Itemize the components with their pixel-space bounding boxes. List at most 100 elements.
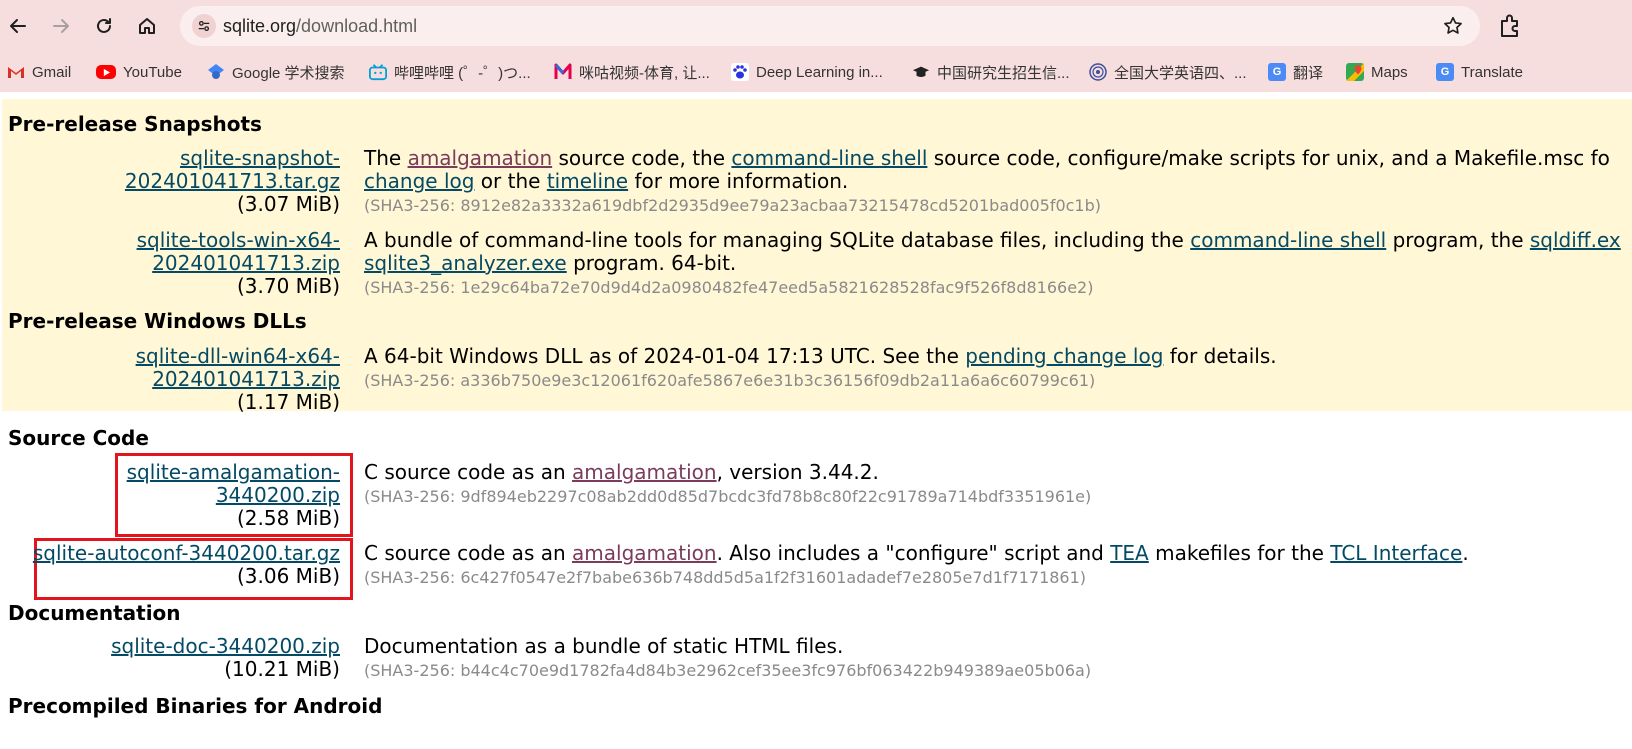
section-heading-documentation: Documentation xyxy=(8,601,181,625)
tea-link[interactable]: TEA xyxy=(1110,541,1149,565)
doc-link[interactable]: sqlite-doc-3440200.zip xyxy=(111,634,340,658)
bookmark-label: 咪咕视频-体育, 让... xyxy=(579,64,710,82)
bookmark-maps[interactable]: Maps xyxy=(1346,52,1408,92)
timeline-link[interactable]: timeline xyxy=(547,169,628,193)
snapshot-description: The amalgamation source code, the comman… xyxy=(364,147,1610,193)
text: The xyxy=(364,146,408,170)
amalgamation-link[interactable]: amalgamation xyxy=(408,146,553,170)
bookmark-label: Deep Learning in... xyxy=(756,63,883,81)
graduation-cap-icon xyxy=(912,63,930,81)
bookmark-star-icon[interactable] xyxy=(1442,15,1464,37)
migu-icon xyxy=(554,63,572,81)
text: program. 64-bit. xyxy=(566,251,737,275)
maps-icon xyxy=(1346,63,1364,81)
text: A 64-bit Windows DLL as of 2024-01-04 17… xyxy=(364,344,966,368)
snapshot-link[interactable]: sqlite-snapshot- 202401041713.tar.gz xyxy=(125,146,340,193)
amalgamation-link[interactable]: amalgamation xyxy=(572,541,717,565)
bookmark-deep-learning[interactable]: Deep Learning in... xyxy=(731,52,883,92)
bookmark-label: 翻译 xyxy=(1293,64,1324,82)
text: C source code as an xyxy=(364,460,573,484)
home-button[interactable] xyxy=(131,10,163,42)
url-host: sqlite.org xyxy=(223,16,297,36)
bookmark-bilibili[interactable]: 哔哩哔哩 (゜-゜)つ... xyxy=(369,52,531,92)
text: C source code as an xyxy=(364,541,573,565)
bookmark-chsi[interactable]: 中国研究生招生信... xyxy=(912,52,1070,92)
sqlite3-analyzer-link[interactable]: sqlite3_analyzer.exe xyxy=(364,251,567,275)
bookmark-label: Maps xyxy=(1371,63,1408,81)
tools-description: A bundle of command-line tools for manag… xyxy=(364,229,1621,275)
text: . Also includes a "configure" script and xyxy=(716,541,1111,565)
tools-sha: (SHA3-256: 1e29c64ba72e70d9d4d2a0980482f… xyxy=(364,278,1094,297)
snapshot-sha: (SHA3-256: 8912e82a3332a619dbf2d2935d9ee… xyxy=(364,196,1101,215)
cet-seal-icon xyxy=(1089,63,1107,81)
dll-link[interactable]: sqlite-dll-win64-x64- 202401041713.zip xyxy=(136,344,340,391)
tools-link-line1: sqlite-tools-win-x64- xyxy=(136,228,340,252)
doc-size: (10.21 MiB) xyxy=(224,657,340,681)
amalgamation-sha: (SHA3-256: 9df894eb2297c08ab2dd0d85d7bcd… xyxy=(364,487,1092,506)
page-content: Pre-release Snapshots sqlite-snapshot- 20… xyxy=(0,92,1632,749)
section-heading-source-code: Source Code xyxy=(8,426,149,450)
amalgamation-description: C source code as an amalgamation, versio… xyxy=(364,461,879,484)
baidu-paw-icon xyxy=(731,63,749,81)
tools-link-line2: 202401041713.zip xyxy=(152,251,340,275)
tools-link[interactable]: sqlite-tools-win-x64- 202401041713.zip xyxy=(137,228,340,275)
bookmark-gmail[interactable]: Gmail xyxy=(7,52,71,92)
home-icon xyxy=(139,18,155,34)
bookmark-youtube[interactable]: YouTube xyxy=(96,52,182,92)
bookmark-google-scholar[interactable]: Google 学术搜索 xyxy=(207,52,345,92)
text: for details. xyxy=(1163,344,1277,368)
snapshot-size: (3.07 MiB) xyxy=(236,192,340,216)
youtube-icon xyxy=(96,65,116,79)
text: source code, configure/make scripts for … xyxy=(927,146,1610,170)
sqldiff-link[interactable]: sqldiff.ex xyxy=(1530,228,1621,252)
autoconf-description: C source code as an amalgamation. Also i… xyxy=(364,542,1469,565)
dll-sha: (SHA3-256: a336b750e9e3c12061f620afe5867… xyxy=(364,371,1096,390)
download-autoconf: sqlite-autoconf-3440200.tar.gz (3.06 MiB… xyxy=(33,542,340,588)
download-amalgamation: sqlite-amalgamation- 3440200.zip (2.58 Mi… xyxy=(127,461,340,530)
text: for more information. xyxy=(628,169,849,193)
bookmark-fanyi[interactable]: G 翻译 xyxy=(1268,52,1323,92)
bookmark-cet[interactable]: 全国大学英语四、... xyxy=(1089,52,1247,92)
change-log-link[interactable]: change log xyxy=(364,169,474,193)
text: . xyxy=(1462,541,1469,565)
extensions-puzzle-icon[interactable] xyxy=(1497,12,1525,40)
url-path: /download.html xyxy=(296,16,418,36)
back-button[interactable] xyxy=(2,10,34,42)
dll-size: (1.17 MiB) xyxy=(236,390,340,414)
text: source code, the xyxy=(552,146,732,170)
text: A bundle of command-line tools for manag… xyxy=(364,228,1191,252)
snapshot-link-line1: sqlite-snapshot- xyxy=(179,146,340,170)
reload-button[interactable] xyxy=(88,10,120,42)
url-text[interactable]: sqlite.org/download.html xyxy=(223,16,417,37)
bookmark-label: Gmail xyxy=(32,63,72,81)
bookmark-label: 全国大学英语四、... xyxy=(1114,64,1247,82)
address-bar[interactable]: sqlite.org/download.html xyxy=(180,6,1480,46)
browser-toolbar: sqlite.org/download.html xyxy=(0,0,1632,52)
arrow-right-icon xyxy=(53,19,69,33)
section-heading-windows-dlls: Pre-release Windows DLLs xyxy=(8,309,307,333)
bookmark-translate[interactable]: G Translate xyxy=(1436,52,1523,92)
doc-description: Documentation as a bundle of static HTML… xyxy=(364,634,844,658)
amalgamation-link[interactable]: amalgamation xyxy=(572,460,717,484)
command-line-shell-link[interactable]: command-line shell xyxy=(731,146,927,170)
bookmark-label: 哔哩哔哩 (゜-゜)つ... xyxy=(394,64,531,82)
text: or the xyxy=(474,169,547,193)
bookmark-migu[interactable]: 咪咕视频-体育, 让... xyxy=(554,52,710,92)
pending-change-log-link[interactable]: pending change log xyxy=(965,344,1163,368)
download-tools: sqlite-tools-win-x64- 202401041713.zip (3… xyxy=(137,229,340,298)
translate-icon: G xyxy=(1436,63,1454,81)
text: makefiles for the xyxy=(1148,541,1331,565)
gmail-icon xyxy=(7,63,25,81)
dll-description: A 64-bit Windows DLL as of 2024-01-04 17… xyxy=(364,345,1277,368)
doc-sha: (SHA3-256: b44c4c70e9d1782fa4d84b3e2962c… xyxy=(364,661,1092,680)
autoconf-link[interactable]: sqlite-autoconf-3440200.tar.gz xyxy=(33,541,340,565)
forward-button[interactable] xyxy=(45,10,77,42)
text: program, the xyxy=(1386,228,1530,252)
site-info-icon[interactable] xyxy=(192,14,216,38)
tools-size: (3.70 MiB) xyxy=(236,274,340,298)
command-line-shell-link[interactable]: command-line shell xyxy=(1190,228,1386,252)
bookmark-label: Translate xyxy=(1461,63,1523,81)
tcl-interface-link[interactable]: TCL Interface xyxy=(1330,541,1462,565)
amalgamation-zip-link[interactable]: sqlite-amalgamation- 3440200.zip xyxy=(127,460,340,507)
amalgamation-link-line1: sqlite-amalgamation- xyxy=(126,460,340,484)
